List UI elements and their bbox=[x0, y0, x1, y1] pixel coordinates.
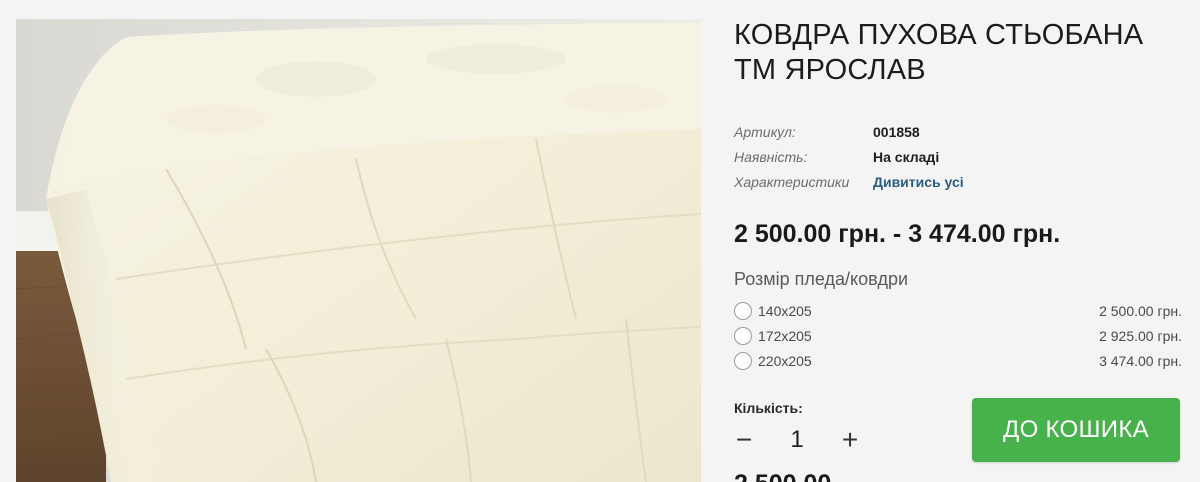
size-option-price: 3 474.00 грн. bbox=[1099, 352, 1182, 369]
size-option-price: 2 500.00 грн. bbox=[1099, 302, 1182, 319]
quantity-input[interactable] bbox=[754, 425, 840, 455]
radio-button[interactable] bbox=[734, 301, 752, 320]
size-option-label: 220x205 bbox=[758, 352, 812, 369]
spec-row-characteristics: Характеристики Дивитись усі bbox=[734, 169, 1154, 194]
radio-button[interactable] bbox=[734, 326, 752, 345]
size-option-172x205[interactable]: 172x205 2 925.00 грн. bbox=[734, 323, 1182, 348]
size-option-price: 2 925.00 грн. bbox=[1099, 327, 1182, 344]
product-title: КОВДРА ПУХОВА СТЬОБАНА ТМ ЯРОСЛАВ bbox=[734, 19, 1144, 86]
quantity-stepper: − + bbox=[734, 422, 860, 458]
spec-label-sku: Артикул: bbox=[734, 123, 796, 140]
size-option-label: 140x205 bbox=[758, 302, 812, 319]
add-to-cart-button[interactable]: ДО КОШИКА bbox=[972, 398, 1180, 462]
size-options: 140x205 2 500.00 грн. 172x205 2 925.00 г… bbox=[734, 298, 1182, 373]
product-page: КОВДРА ПУХОВА СТЬОБАНА ТМ ЯРОСЛАВ Артику… bbox=[0, 0, 1200, 482]
size-option-140x205[interactable]: 140x205 2 500.00 грн. bbox=[734, 298, 1182, 323]
product-specs: Артикул: 001858 Наявність: На складі Хар… bbox=[734, 119, 1154, 194]
spec-row-availability: Наявність: На складі bbox=[734, 144, 1154, 169]
duvet-photo bbox=[16, 19, 701, 482]
total-price: 2 500.00 bbox=[734, 470, 831, 482]
size-option-label: 172x205 bbox=[758, 327, 812, 344]
view-all-characteristics-link[interactable]: Дивитись усі bbox=[873, 174, 964, 190]
product-image[interactable] bbox=[16, 19, 701, 482]
size-option-220x205[interactable]: 220x205 3 474.00 грн. bbox=[734, 348, 1182, 373]
spec-row-sku: Артикул: 001858 bbox=[734, 119, 1154, 144]
decrease-quantity-button[interactable]: − bbox=[734, 422, 754, 458]
increase-quantity-button[interactable]: + bbox=[840, 422, 860, 458]
price-range: 2 500.00 грн. - 3 474.00 грн. bbox=[734, 220, 1061, 248]
spec-value-availability: На складі bbox=[873, 148, 940, 165]
spec-value-sku: 001858 bbox=[873, 123, 920, 140]
radio-button[interactable] bbox=[734, 351, 752, 370]
spec-label-availability: Наявність: bbox=[734, 148, 808, 165]
product-info: КОВДРА ПУХОВА СТЬОБАНА ТМ ЯРОСЛАВ Артику… bbox=[734, 0, 1184, 482]
spec-label-characteristics: Характеристики bbox=[734, 173, 850, 190]
quantity-label: Кількість: bbox=[734, 400, 803, 416]
size-selector-heading: Розмір пледа/ковдри bbox=[734, 269, 909, 289]
